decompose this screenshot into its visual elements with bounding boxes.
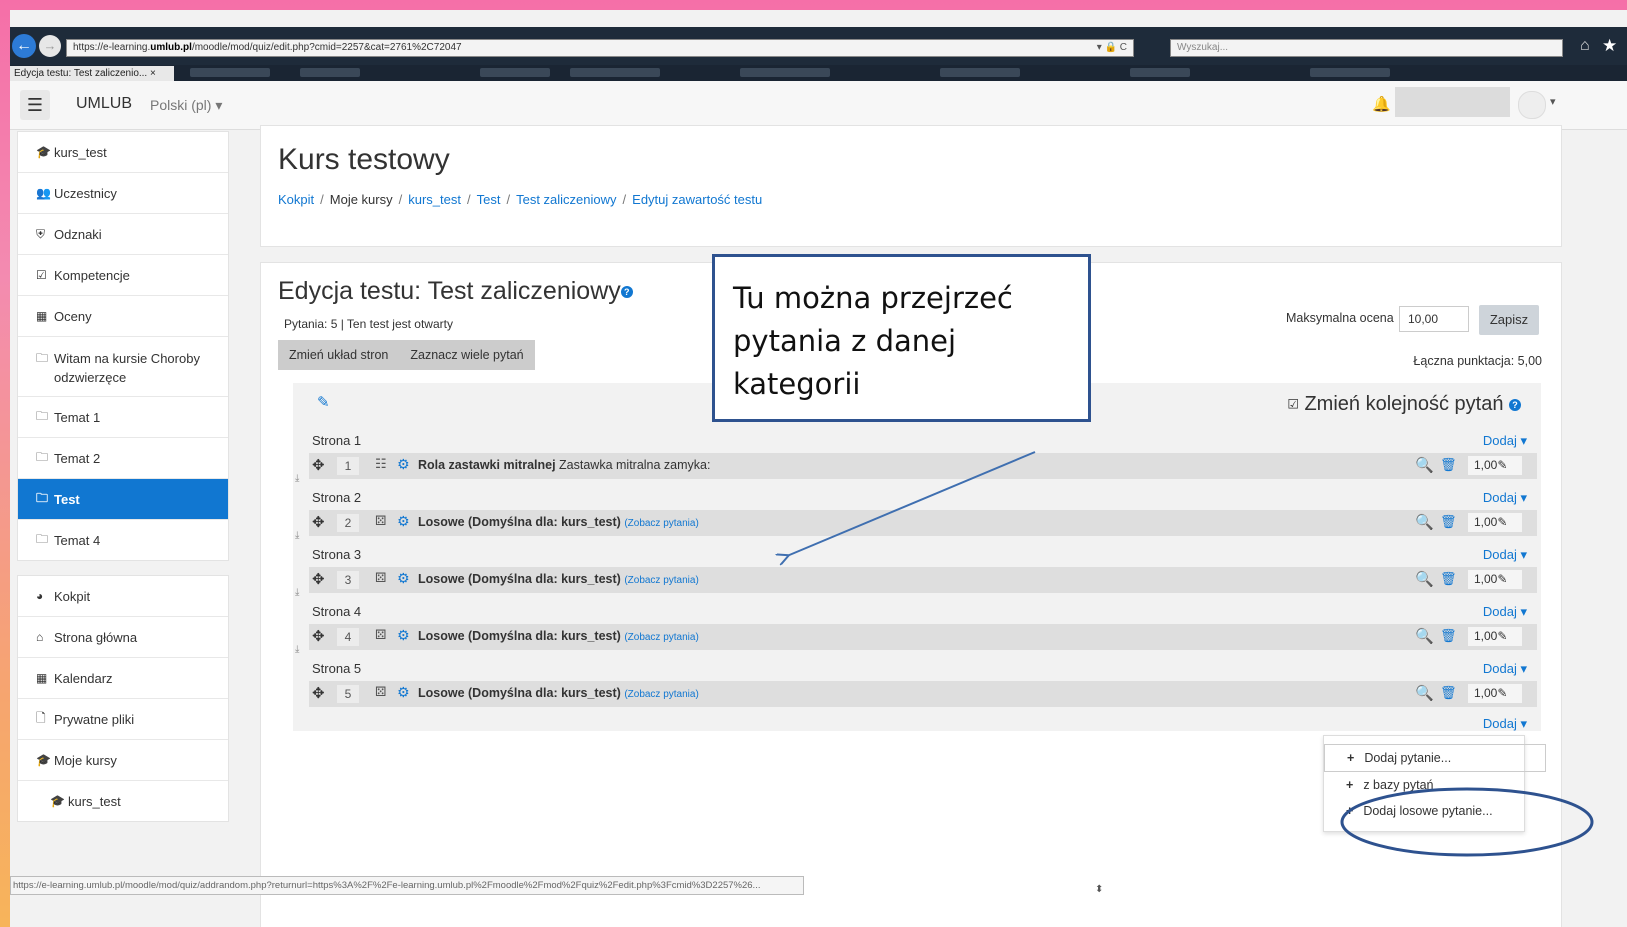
annotation-arrow — [787, 451, 1036, 556]
annotation-overlay — [0, 451, 1594, 857]
annotation-highlight-ellipse — [1340, 787, 1594, 857]
